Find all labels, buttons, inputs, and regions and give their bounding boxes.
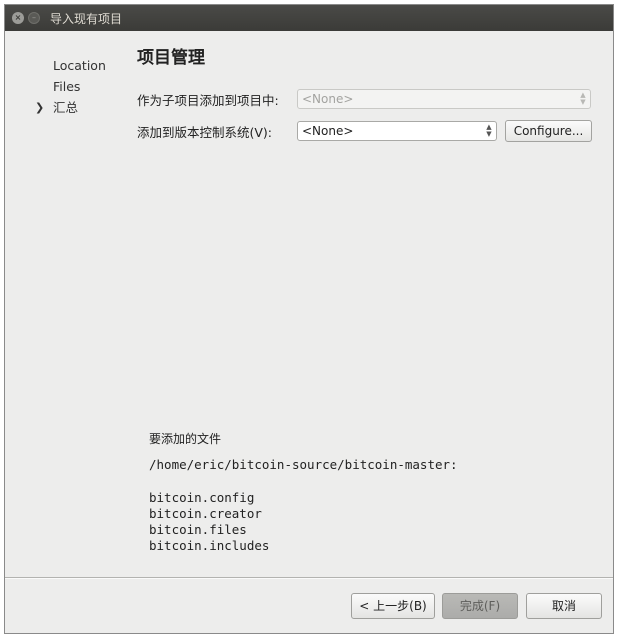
window-title: 导入现有项目	[50, 11, 123, 26]
step-label: 汇总	[53, 100, 79, 115]
back-button[interactable]: < 上一步(B)	[351, 593, 435, 619]
finish-button[interactable]: 完成(F)	[442, 593, 518, 619]
cancel-button[interactable]: 取消	[526, 593, 602, 619]
step-label: Files	[53, 79, 81, 94]
title-bar: × – 导入现有项目	[5, 5, 613, 31]
subproject-row: 作为子项目添加到项目中:	[137, 88, 279, 110]
step-location[interactable]: Location	[5, 55, 123, 76]
files-to-add: 要添加的文件 /home/eric/bitcoin-source/bitcoin…	[149, 430, 458, 554]
list-item: bitcoin.files	[149, 522, 247, 537]
file-list: bitcoin.config bitcoin.creator bitcoin.f…	[149, 490, 458, 554]
vcs-value: <None>	[302, 124, 354, 138]
chevron-right-icon: ❯	[35, 101, 45, 114]
spinner-arrows-icon: ▲ ▼	[486, 123, 492, 138]
page-title: 项目管理	[137, 48, 205, 68]
files-path: /home/eric/bitcoin-source/bitcoin-master…	[149, 457, 458, 472]
files-heading: 要添加的文件	[149, 432, 222, 446]
step-label: Location	[53, 58, 106, 73]
vcs-row: 添加到版本控制系统(V):	[137, 120, 272, 142]
summary-page: 项目管理 作为子项目添加到项目中: <None> ▲ ▼ 添加到版本控制系统(V)…	[137, 45, 613, 573]
subproject-combobox[interactable]: <None> ▲ ▼	[297, 89, 591, 109]
list-item: bitcoin.creator	[149, 506, 262, 521]
vcs-label: 添加到版本控制系统(V):	[137, 124, 273, 140]
vcs-combobox[interactable]: <None> ▲ ▼	[297, 121, 497, 141]
minimize-icon[interactable]: –	[28, 12, 40, 24]
list-item: bitcoin.config	[149, 490, 255, 505]
subproject-label: 作为子项目添加到项目中:	[137, 92, 279, 108]
subproject-value: <None>	[302, 92, 354, 106]
wizard-steps: Location Files ❯ 汇总	[5, 55, 123, 118]
spinner-arrows-icon: ▲ ▼	[580, 91, 586, 106]
list-item: bitcoin.includes	[149, 538, 270, 553]
step-files[interactable]: Files	[5, 76, 123, 97]
configure-button[interactable]: Configure...	[505, 120, 592, 142]
close-icon[interactable]: ×	[12, 12, 24, 24]
step-summary[interactable]: ❯ 汇总	[5, 97, 123, 118]
import-project-dialog: × – 导入现有项目 Location Files ❯ 汇总 项目管理 作为子项…	[4, 4, 614, 634]
footer-divider	[5, 577, 613, 579]
